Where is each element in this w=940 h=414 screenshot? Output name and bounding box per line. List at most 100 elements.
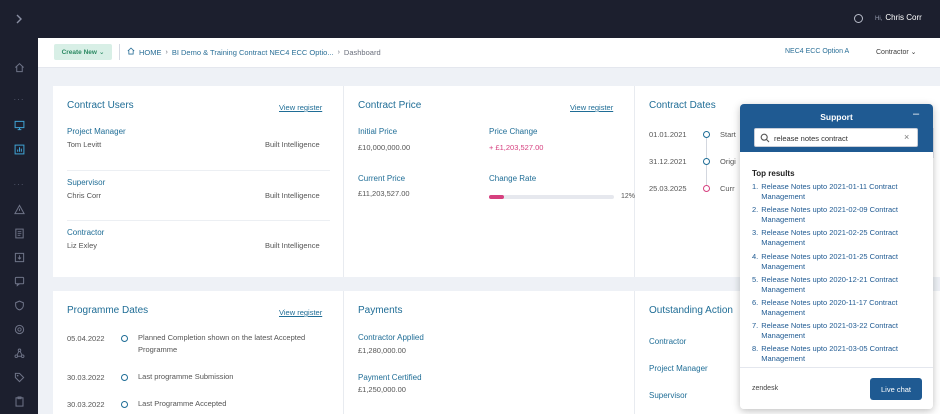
message-icon[interactable] <box>12 274 26 288</box>
result-item[interactable]: 5. Release Notes upto 2020-12-21 Contract… <box>752 275 924 295</box>
result-item[interactable]: 2. Release Notes upto 2021-02-09 Contract… <box>752 205 924 225</box>
chart-icon[interactable] <box>12 142 26 156</box>
card-title: Payments <box>358 305 403 316</box>
outstanding-item[interactable]: Supervisor <box>649 391 687 400</box>
result-link[interactable]: Release Notes upto 2020-11-17 Contract M… <box>761 298 924 318</box>
programme-text: Last Programme Accepted <box>138 399 227 408</box>
result-number: 6. <box>752 297 759 307</box>
chevron-down-icon: ⌄ <box>910 49 917 56</box>
result-link[interactable]: Release Notes upto 2021-02-09 Contract M… <box>761 205 924 225</box>
result-item[interactable]: 6. Release Notes upto 2020-11-17 Contract… <box>752 298 924 318</box>
create-new-button[interactable]: Create New ⌄ <box>54 44 112 60</box>
timeline-date: 25.03.2025 <box>649 184 687 193</box>
divider <box>119 44 120 60</box>
result-link[interactable]: Release Notes upto 2021-03-22 Contract M… <box>761 321 924 341</box>
zendesk-brand[interactable]: zendesk <box>752 385 778 392</box>
user-name: Chris Corr <box>67 191 102 200</box>
price-change-value: + £1,203,527.00 <box>489 143 544 152</box>
timeline-dot <box>121 374 128 381</box>
view-register-link[interactable]: View register <box>279 103 322 112</box>
user-greeting[interactable]: Hi, Chris Corr <box>875 13 922 22</box>
change-rate-percent: 12% <box>621 193 636 200</box>
tag-icon[interactable] <box>12 370 26 384</box>
result-item[interactable]: 1. Release Notes upto 2021-01-11 Contract… <box>752 182 924 202</box>
user-org: Built Intelligence <box>265 241 320 250</box>
target-icon[interactable] <box>12 322 26 336</box>
result-link[interactable]: Release Notes upto 2021-01-11 Contract M… <box>761 182 924 202</box>
live-chat-button[interactable]: Live chat <box>870 378 922 400</box>
side-tab[interactable] <box>933 128 940 158</box>
clipboard-icon[interactable] <box>12 394 26 408</box>
support-search-input[interactable] <box>774 132 899 144</box>
card-title: Contract Dates <box>649 100 716 111</box>
programme-dates-card: Programme Dates View register 05.04.2022… <box>53 291 344 414</box>
create-new-label: Create New <box>61 48 97 56</box>
result-item[interactable]: 4. Release Notes upto 2021-01-25 Contract… <box>752 252 924 272</box>
programme-text: Planned Completion shown on the latest A… <box>138 333 306 354</box>
card-title: Contract Users <box>67 100 134 111</box>
outstanding-item[interactable]: Project Manager <box>649 364 708 373</box>
current-price-label: Current Price <box>358 174 406 183</box>
timeline-dot <box>121 401 128 408</box>
network-icon[interactable] <box>12 346 26 360</box>
payment-certified-label: Payment Certified <box>358 373 422 382</box>
view-register-link[interactable]: View register <box>279 308 322 317</box>
clear-icon[interactable]: × <box>904 132 909 142</box>
user-org: Built Intelligence <box>265 140 320 149</box>
card-title: Outstanding Action <box>649 305 733 316</box>
result-number: 1. <box>752 182 759 191</box>
result-item[interactable]: 7. Release Notes upto 2021-03-22 Contract… <box>752 321 924 341</box>
status-circle-icon[interactable] <box>854 14 863 23</box>
greeting-text: Hi, <box>875 16 883 22</box>
result-number: 4. <box>752 251 759 261</box>
search-icon <box>760 133 770 143</box>
document-icon[interactable] <box>12 226 26 240</box>
initial-price-label: Initial Price <box>358 127 398 136</box>
support-header: Support – × <box>740 104 933 152</box>
programme-text: Last programme Submission <box>138 372 234 381</box>
results-title: Top results <box>752 169 795 178</box>
top-bar: Hi, Chris Corr <box>0 0 940 38</box>
home-icon[interactable] <box>127 47 135 57</box>
contract-option-link[interactable]: NEC4 ECC Option A <box>785 48 849 55</box>
result-link[interactable]: Release Notes upto 2020-12-21 Contract M… <box>761 275 924 295</box>
contractor-applied-value: £1,280,000.00 <box>358 346 406 355</box>
shield-icon[interactable] <box>12 298 26 312</box>
expand-sidebar-icon[interactable] <box>0 0 38 38</box>
contract-users-card: Contract Users View register Project Man… <box>53 86 344 277</box>
breadcrumb-contract[interactable]: BI Demo & Training Contract NEC4 ECC Opt… <box>172 48 334 57</box>
more-dots-icon: ··· <box>13 180 25 189</box>
user-role: Project Manager <box>67 127 126 136</box>
outstanding-item[interactable]: Contractor <box>649 337 686 346</box>
view-register-link[interactable]: View register <box>570 103 613 112</box>
result-number: 8. <box>752 344 759 354</box>
user-name: Chris Corr <box>885 13 922 22</box>
monitor-icon[interactable] <box>12 118 26 132</box>
result-link[interactable]: Release Notes upto 2021-03-05 Contract M… <box>761 344 924 364</box>
result-link[interactable]: Release Notes upto 2021-01-25 Contract M… <box>761 252 924 272</box>
payment-certified-value: £1,250,000.00 <box>358 385 406 394</box>
home-icon[interactable] <box>12 60 26 74</box>
inbox-icon[interactable] <box>12 250 26 264</box>
timeline-text: Origi <box>720 157 736 166</box>
card-title: Contract Price <box>358 100 422 111</box>
role-select[interactable]: Contractor ⌄ <box>876 48 917 56</box>
chevron-right-icon: › <box>337 48 340 56</box>
divider <box>67 220 330 221</box>
timeline-dot <box>121 335 128 342</box>
result-item[interactable]: 3. Release Notes upto 2021-02-25 Contract… <box>752 228 924 248</box>
breadcrumb-home[interactable]: HOME <box>139 48 162 57</box>
result-number: 2. <box>752 205 759 215</box>
user-role: Supervisor <box>67 178 106 187</box>
card-title: Programme Dates <box>67 305 149 316</box>
contractor-applied-label: Contractor Applied <box>358 333 424 342</box>
support-footer: zendesk Live chat <box>740 367 933 409</box>
result-link[interactable]: Release Notes upto 2021-02-25 Contract M… <box>761 228 924 248</box>
support-title: Support <box>820 112 853 122</box>
more-dots-icon: ··· <box>13 95 25 104</box>
minimize-icon[interactable]: – <box>913 108 919 120</box>
user-role: Contractor <box>67 228 105 237</box>
programme-date: 05.04.2022 <box>67 334 105 343</box>
result-item[interactable]: 8. Release Notes upto 2021-03-05 Contract… <box>752 344 924 364</box>
warning-icon[interactable] <box>12 202 26 216</box>
